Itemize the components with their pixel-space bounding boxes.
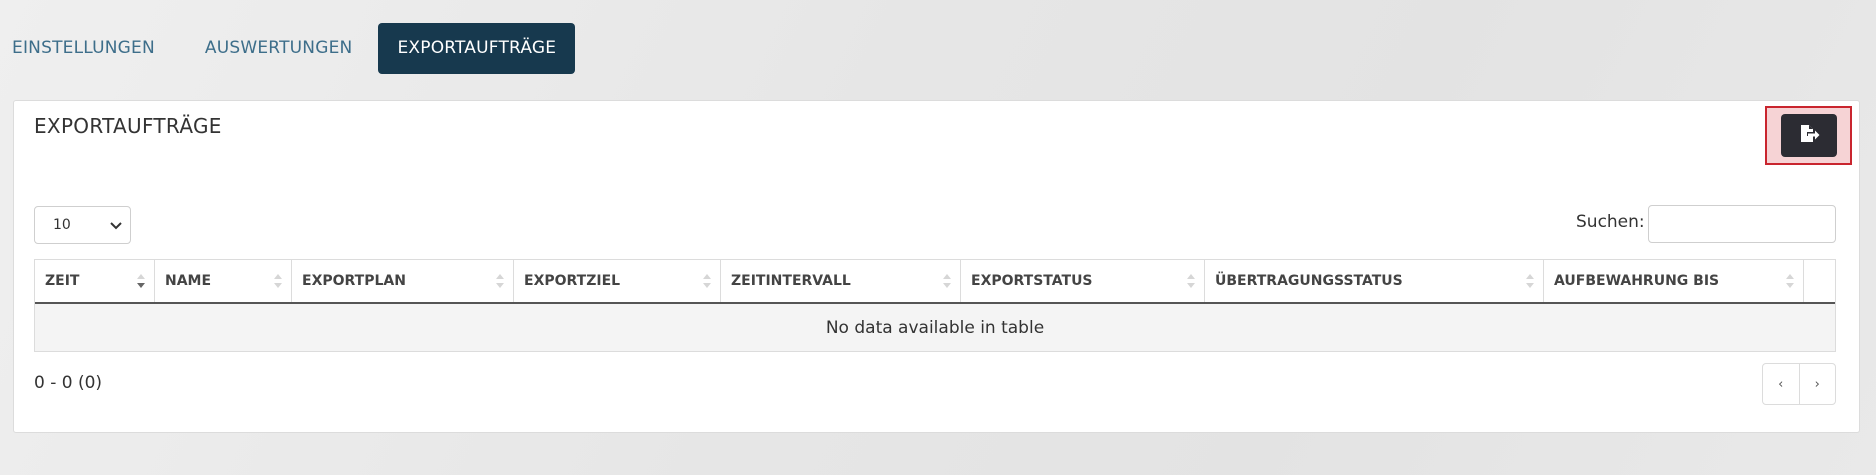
sort-icon bbox=[1526, 274, 1534, 288]
sort-icon bbox=[1187, 274, 1195, 288]
column-header-zeit[interactable]: ZEIT bbox=[35, 260, 155, 302]
tab-auswertungen[interactable]: AUSWERTUNGEN bbox=[193, 23, 365, 74]
sort-icon bbox=[274, 274, 282, 288]
column-label: ZEIT bbox=[45, 273, 80, 289]
chevron-down-icon bbox=[110, 219, 122, 235]
page-length-select[interactable]: 10 bbox=[34, 206, 131, 244]
file-export-icon bbox=[1798, 124, 1820, 148]
sort-icon bbox=[1786, 274, 1794, 288]
previous-page-button[interactable]: ‹ bbox=[1763, 364, 1800, 404]
sort-icon bbox=[496, 274, 504, 288]
column-header-zeitintervall[interactable]: ZEITINTERVALL bbox=[721, 260, 961, 302]
column-header-name[interactable]: NAME bbox=[155, 260, 292, 302]
table-info: 0 - 0 (0) bbox=[34, 373, 103, 393]
search-label: Suchen: bbox=[1576, 212, 1645, 232]
column-label: EXPORTSTATUS bbox=[971, 273, 1093, 289]
export-jobs-panel: EXPORTAUFTRÄGE 10 Suchen: ZEIT NAME EXPO… bbox=[13, 100, 1860, 433]
column-label: EXPORTZIEL bbox=[524, 273, 621, 289]
page-length-value: 10 bbox=[53, 217, 71, 233]
column-header-exportstatus[interactable]: EXPORTSTATUS bbox=[961, 260, 1205, 302]
column-label: NAME bbox=[165, 273, 212, 289]
pagination: ‹ › bbox=[1762, 363, 1836, 405]
export-button-highlight bbox=[1765, 106, 1852, 165]
panel-title: EXPORTAUFTRÄGE bbox=[34, 114, 222, 138]
column-header-uebertragungsstatus[interactable]: ÜBERTRAGUNGSSTATUS bbox=[1205, 260, 1544, 302]
column-label: ZEITINTERVALL bbox=[731, 273, 851, 289]
column-header-exportplan[interactable]: EXPORTPLAN bbox=[292, 260, 514, 302]
column-label: ÜBERTRAGUNGSSTATUS bbox=[1215, 273, 1403, 289]
new-export-button[interactable] bbox=[1780, 114, 1837, 157]
tab-exportauftraege[interactable]: EXPORTAUFTRÄGE bbox=[378, 22, 576, 74]
column-header-exportziel[interactable]: EXPORTZIEL bbox=[514, 260, 721, 302]
sort-icon bbox=[703, 274, 711, 288]
column-header-actions bbox=[1804, 260, 1835, 302]
search-input[interactable] bbox=[1648, 205, 1836, 243]
column-label: AUFBEWAHRUNG BIS bbox=[1554, 273, 1720, 289]
sort-icon bbox=[943, 274, 951, 288]
main-tabs: EINSTELLUNGEN AUSWERTUNGEN EXPORTAUFTRÄG… bbox=[0, 22, 576, 74]
table-header: ZEIT NAME EXPORTPLAN EXPORTZIEL ZEITINTE… bbox=[35, 260, 1835, 304]
column-label: EXPORTPLAN bbox=[302, 273, 406, 289]
export-jobs-table: ZEIT NAME EXPORTPLAN EXPORTZIEL ZEITINTE… bbox=[34, 259, 1836, 352]
sort-desc-icon bbox=[137, 274, 145, 288]
next-page-button[interactable]: › bbox=[1800, 364, 1836, 404]
empty-table-message: No data available in table bbox=[35, 304, 1835, 351]
column-header-aufbewahrung-bis[interactable]: AUFBEWAHRUNG BIS bbox=[1544, 260, 1804, 302]
tab-einstellungen[interactable]: EINSTELLUNGEN bbox=[0, 23, 167, 74]
